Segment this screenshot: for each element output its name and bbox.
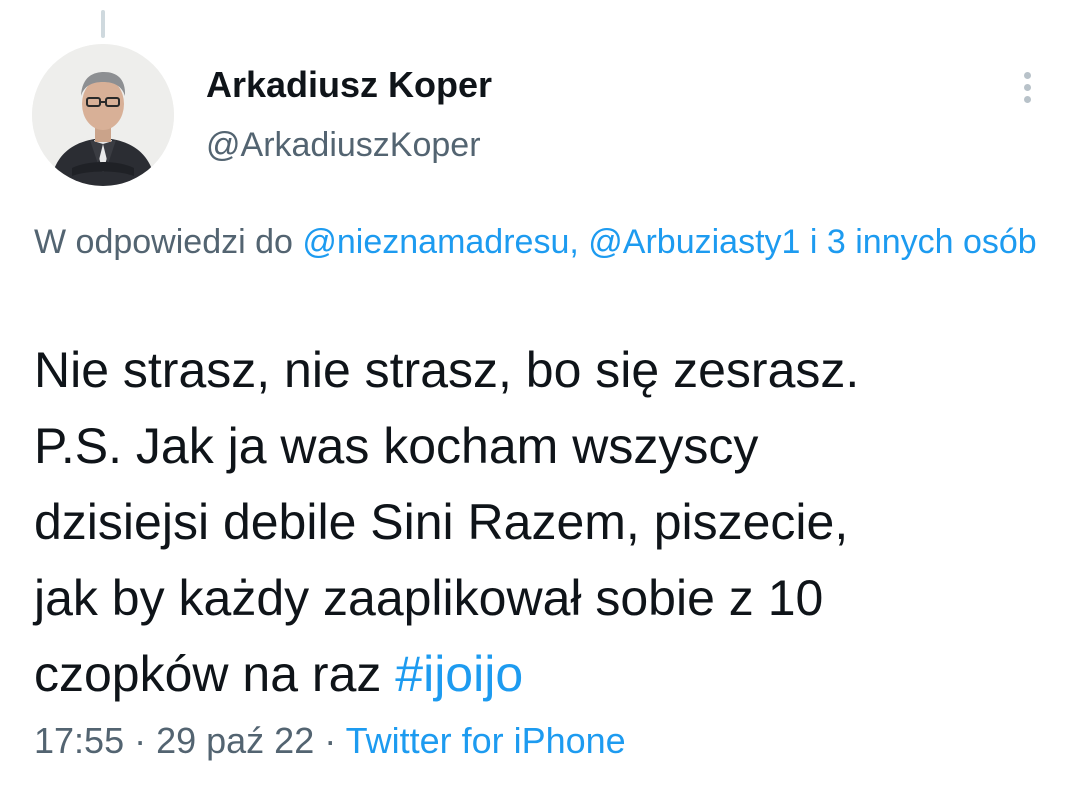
mention-link-nieznamadresu[interactable]: @nieznamadresu (302, 223, 569, 261)
tweet-text: Nie strasz, nie strasz, bo się zesrasz. … (34, 332, 1054, 712)
hashtag-link[interactable]: #ijoijo (395, 646, 523, 702)
mention-separator: , (569, 223, 589, 261)
tweet-text-last-line: czopków na raz #ijoijo (34, 636, 1054, 712)
avatar-photo (32, 44, 174, 186)
tweet-text-line: jak by każdy zaaplikował sobie z 10 (34, 570, 824, 626)
author-handle[interactable]: @ArkadiuszKoper (206, 126, 481, 165)
author-name[interactable]: Arkadiusz Koper (206, 64, 492, 106)
mention-link-arbuziasty1[interactable]: @Arbuziasty1 (588, 223, 800, 261)
tweet-text-line: dzisiejsi debile Sini Razem, piszecie, (34, 494, 849, 550)
thread-connector-line (101, 10, 105, 38)
avatar[interactable] (32, 44, 174, 186)
others-link[interactable]: i 3 innych osób (800, 223, 1037, 261)
tweet-text-line: P.S. Jak ja was kocham wszyscy (34, 418, 759, 474)
vertical-ellipsis-icon (1023, 95, 1031, 103)
meta-separator: · (314, 720, 346, 761)
tweet-time[interactable]: 17:55 (34, 720, 124, 761)
tweet-text-line: czopków na raz (34, 646, 396, 702)
tweet-source-link[interactable]: Twitter for iPhone (346, 720, 626, 761)
tweet-text-line: Nie strasz, nie strasz, bo się zesrasz. (34, 342, 860, 398)
tweet-metadata: 17:55 · 29 paź 22 · Twitter for iPhone (34, 716, 626, 766)
meta-separator: · (124, 720, 157, 761)
reply-context-prefix: W odpowiedzi do (34, 223, 303, 261)
reply-context: W odpowiedzi do @nieznamadresu, @Arbuzia… (34, 214, 1044, 270)
tweet-date[interactable]: 29 paź 22 (156, 720, 314, 761)
vertical-ellipsis-icon (1023, 83, 1031, 91)
more-options-button[interactable] (1010, 64, 1044, 110)
vertical-ellipsis-icon (1023, 71, 1031, 79)
